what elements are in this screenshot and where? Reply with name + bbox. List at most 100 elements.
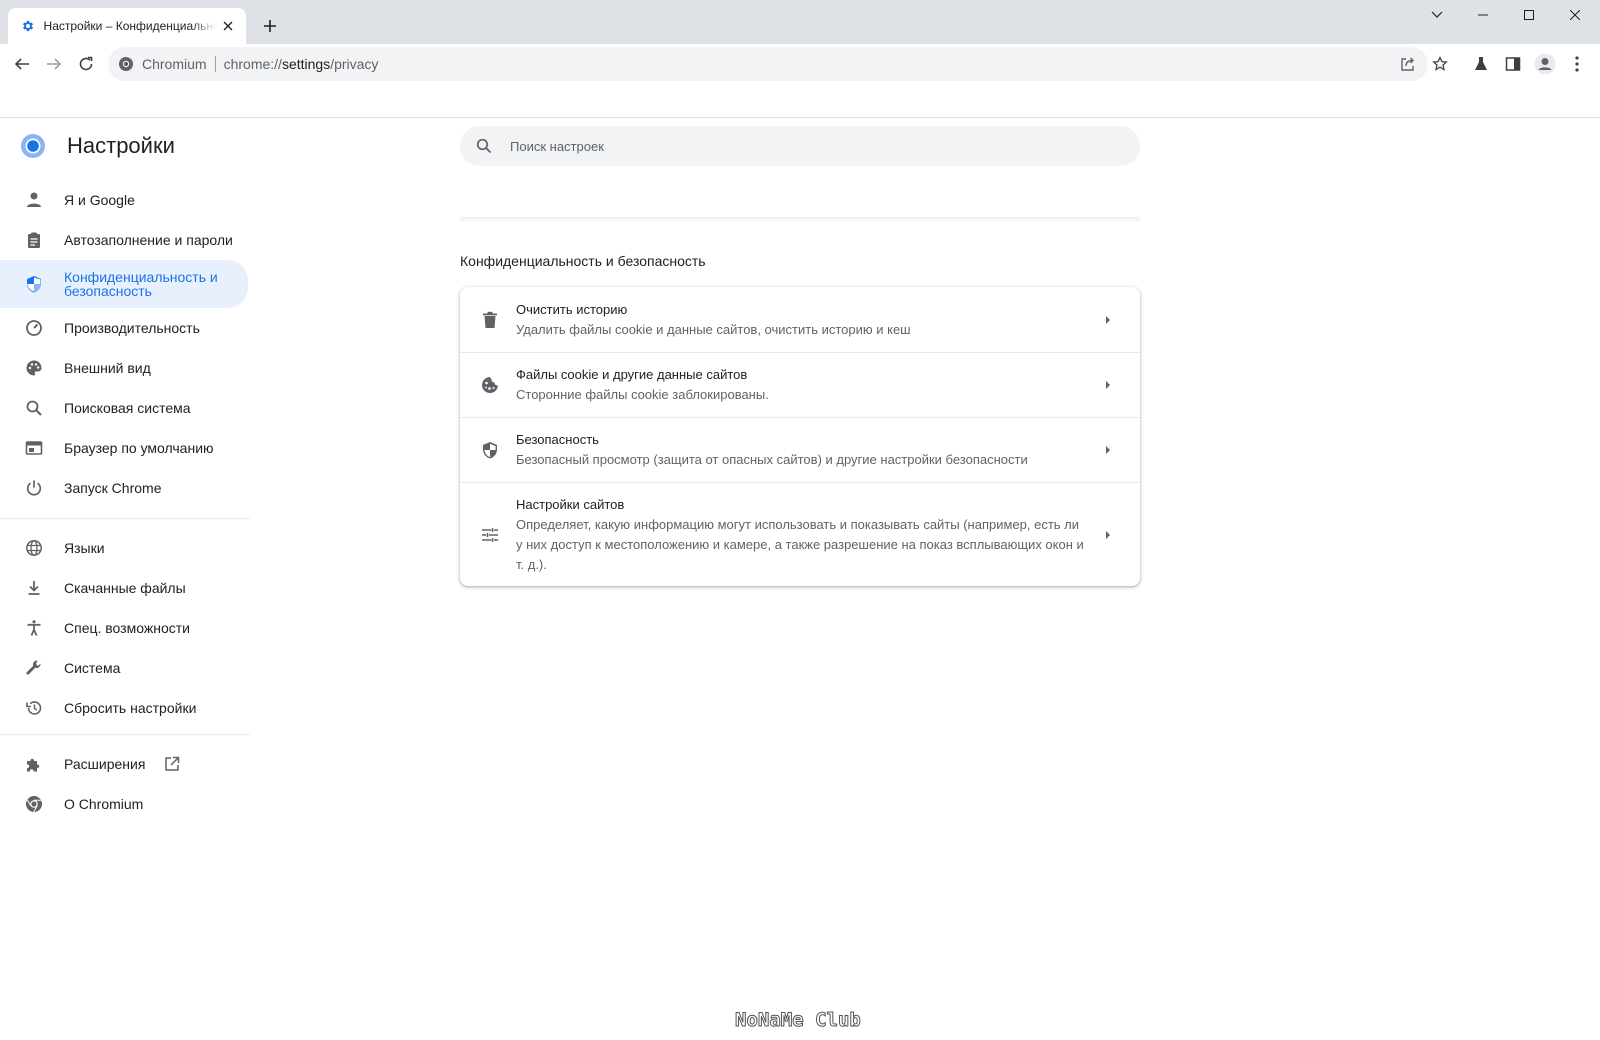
person-icon bbox=[24, 190, 44, 210]
labs-flask-icon[interactable] bbox=[1467, 50, 1495, 78]
tab-title: Настройки – Конфиденциальность и безопас… bbox=[43, 19, 217, 33]
gear-icon bbox=[20, 18, 36, 34]
sidebar-item-label: Языки bbox=[64, 540, 105, 556]
shield-icon bbox=[24, 274, 44, 294]
sidebar-item-label: Сбросить настройки bbox=[64, 700, 197, 716]
globe-icon bbox=[24, 538, 44, 558]
sidebar-item-default-browser[interactable]: Браузер по умолчанию bbox=[0, 428, 248, 468]
wrench-icon bbox=[24, 658, 44, 678]
search-input[interactable] bbox=[510, 138, 1110, 154]
sidebar-item-privacy[interactable]: Конфиденциальность и безопасность bbox=[0, 260, 248, 308]
chevron-down-icon[interactable] bbox=[1414, 0, 1460, 30]
address-bar[interactable]: Chromium chrome://settings/privacy bbox=[108, 47, 1428, 81]
row-text: Очистить историю Удалить файлы cookie и … bbox=[516, 300, 1086, 340]
privacy-settings-card: Очистить историю Удалить файлы cookie и … bbox=[460, 287, 1140, 586]
clipboard-icon bbox=[24, 230, 44, 250]
speedometer-icon bbox=[24, 318, 44, 338]
restore-history-icon bbox=[24, 698, 44, 718]
share-icon[interactable] bbox=[1397, 53, 1419, 75]
profile-avatar-icon[interactable] bbox=[1531, 50, 1559, 78]
row-text: Безопасность Безопасный просмотр (защита… bbox=[516, 430, 1086, 470]
row-text: Настройки сайтов Определяет, какую инфор… bbox=[516, 495, 1086, 575]
cookies-row[interactable]: Файлы cookie и другие данные сайтов Стор… bbox=[460, 352, 1140, 417]
back-icon[interactable] bbox=[8, 50, 36, 78]
tune-sliders-icon bbox=[480, 525, 500, 545]
minimize-icon[interactable] bbox=[1460, 0, 1506, 30]
sidebar-item-downloads[interactable]: Скачанные файлы bbox=[0, 568, 248, 608]
sidebar-item-label: Я и Google bbox=[64, 192, 135, 208]
maximize-icon[interactable] bbox=[1506, 0, 1552, 30]
omnibox-divider bbox=[214, 56, 216, 72]
site-chip-label: Chromium bbox=[142, 56, 207, 72]
sidebar-item-label: Производительность bbox=[64, 320, 200, 336]
sidebar-item-label: Запуск Chrome bbox=[64, 480, 162, 496]
header-shadow bbox=[460, 217, 1140, 223]
close-icon[interactable] bbox=[1552, 0, 1598, 30]
sidebar-item-label: Система bbox=[64, 660, 121, 676]
new-tab-button[interactable] bbox=[258, 14, 282, 38]
sidebar-item-system[interactable]: Система bbox=[0, 648, 248, 688]
close-tab-icon[interactable] bbox=[220, 18, 236, 34]
puzzle-icon bbox=[24, 754, 44, 774]
sidebar-item-label: О Chromium bbox=[64, 796, 144, 812]
sidebar-item-label: Автозаполнение и пароли bbox=[64, 232, 233, 248]
sidebar-item-languages[interactable]: Языки bbox=[0, 528, 248, 568]
row-sublabel: Безопасный просмотр (защита от опасных с… bbox=[516, 452, 1028, 467]
more-menu-icon[interactable] bbox=[1563, 50, 1591, 78]
power-icon bbox=[24, 478, 44, 498]
chevron-right-icon bbox=[1102, 444, 1114, 456]
open-in-new-icon bbox=[163, 755, 181, 773]
chevron-right-icon bbox=[1102, 529, 1114, 541]
sidebar-item-search-engine[interactable]: Поисковая система bbox=[0, 388, 248, 428]
section-title: Конфиденциальность и безопасность bbox=[460, 253, 706, 269]
sidebar-item-you-and-google[interactable]: Я и Google bbox=[0, 180, 248, 220]
site-settings-row[interactable]: Настройки сайтов Определяет, какую инфор… bbox=[460, 482, 1140, 586]
sidebar-item-label: Спец. возможности bbox=[64, 620, 190, 636]
row-text: Файлы cookie и другие данные сайтов Стор… bbox=[516, 365, 1086, 405]
browser-window-icon bbox=[24, 438, 44, 458]
chromium-logo-icon bbox=[20, 133, 46, 159]
accessibility-icon bbox=[24, 618, 44, 638]
url-text[interactable]: chrome://settings/privacy bbox=[224, 56, 379, 72]
chevron-right-icon bbox=[1102, 379, 1114, 391]
sidebar-item-label: Поисковая система bbox=[64, 400, 191, 416]
sidebar-item-accessibility[interactable]: Спец. возможности bbox=[0, 608, 248, 648]
row-sublabel: Удалить файлы cookie и данные сайтов, оч… bbox=[516, 321, 911, 337]
sidebar-divider bbox=[0, 518, 250, 519]
chromium-icon bbox=[118, 56, 134, 72]
sidebar-item-label: Скачанные файлы bbox=[64, 580, 186, 596]
cookie-icon bbox=[480, 375, 500, 395]
trash-icon bbox=[480, 310, 500, 330]
palette-icon bbox=[24, 358, 44, 378]
clear-history-row[interactable]: Очистить историю Удалить файлы cookie и … bbox=[460, 287, 1140, 352]
sidebar-item-extensions[interactable]: Расширения bbox=[0, 744, 248, 784]
sidebar-item-about[interactable]: О Chromium bbox=[0, 784, 248, 824]
security-row[interactable]: Безопасность Безопасный просмотр (защита… bbox=[460, 417, 1140, 482]
bookmark-star-icon[interactable] bbox=[1429, 53, 1451, 75]
browser-toolbar: Chromium chrome://settings/privacy bbox=[0, 44, 1600, 118]
row-sublabel: Сторонние файлы cookie заблокированы. bbox=[516, 387, 769, 402]
sidebar-item-performance[interactable]: Производительность bbox=[0, 308, 248, 348]
sidebar-item-on-startup[interactable]: Запуск Chrome bbox=[0, 468, 248, 508]
tab-settings[interactable]: Настройки – Конфиденциальность и безопас… bbox=[8, 8, 246, 44]
watermark: NoNaMe Club bbox=[735, 1009, 862, 1032]
chromium-icon bbox=[24, 794, 44, 814]
sidebar-item-label: Браузер по умолчанию bbox=[64, 440, 214, 456]
sidebar-item-appearance[interactable]: Внешний вид bbox=[0, 348, 248, 388]
sidebar-item-autofill[interactable]: Автозаполнение и пароли bbox=[0, 220, 248, 260]
row-label: Настройки сайтов bbox=[516, 496, 625, 512]
sidebar-item-reset[interactable]: Сбросить настройки bbox=[0, 688, 248, 728]
sidebar-item-label: Внешний вид bbox=[64, 360, 151, 376]
security-shield-icon bbox=[480, 440, 500, 460]
tab-strip: Настройки – Конфиденциальность и безопас… bbox=[0, 0, 1600, 44]
chevron-right-icon bbox=[1102, 314, 1114, 326]
sidebar-item-label: Расширения bbox=[64, 756, 146, 772]
search-icon bbox=[24, 398, 44, 418]
row-sublabel: Определяет, какую информацию могут испол… bbox=[516, 516, 1084, 572]
sidebar-divider bbox=[0, 734, 250, 735]
side-panel-icon[interactable] bbox=[1499, 50, 1527, 78]
settings-search-box[interactable] bbox=[460, 126, 1140, 166]
search-icon bbox=[474, 136, 494, 156]
forward-icon[interactable] bbox=[40, 50, 68, 78]
reload-icon[interactable] bbox=[72, 50, 100, 78]
